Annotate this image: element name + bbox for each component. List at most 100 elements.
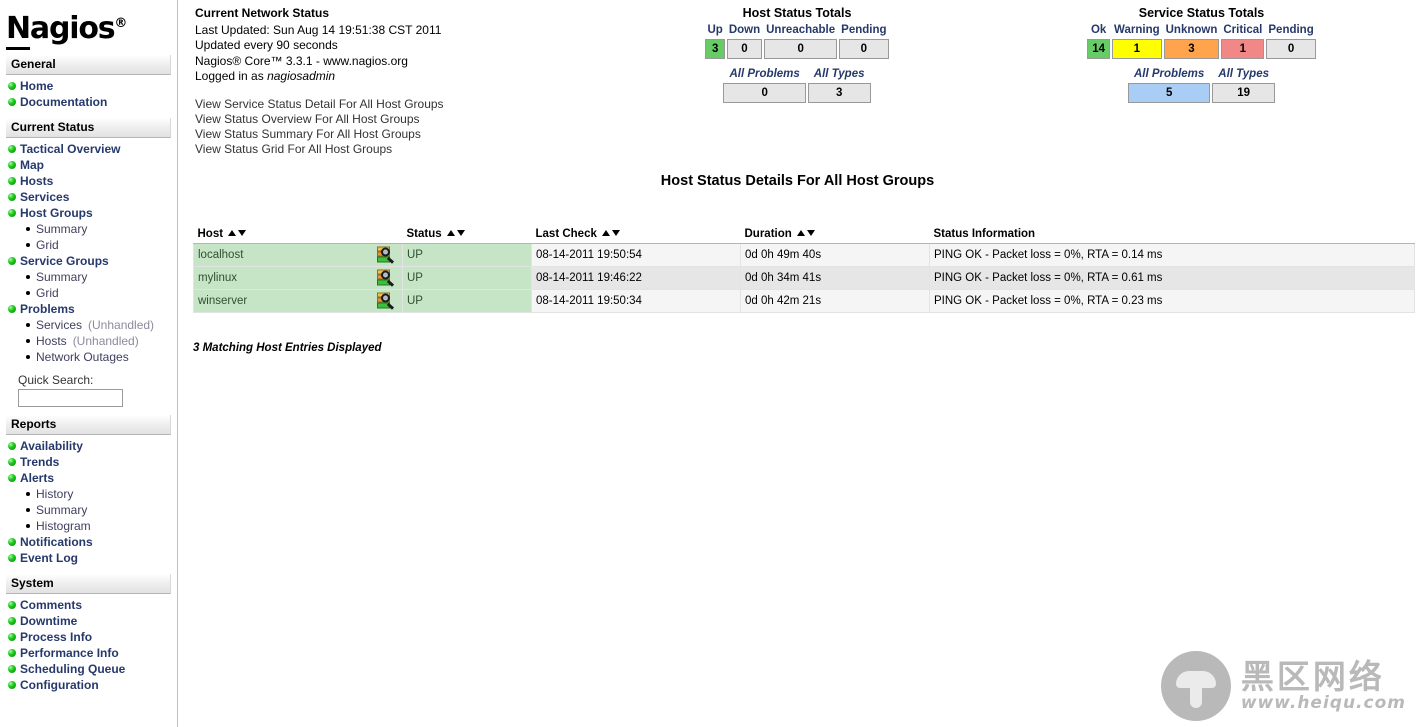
sidebar-item-event-log[interactable]: Event Log — [8, 550, 177, 566]
nagios-version-text: Nagios® Core™ 3.3.1 - www.nagios.org — [195, 53, 408, 68]
sort-descending-icon[interactable] — [806, 230, 815, 236]
column-header-status[interactable]: Status — [402, 228, 532, 244]
sidebar-item-trends[interactable]: Trends — [8, 454, 177, 470]
sidebar-subitem-problems-network-outages[interactable]: Network Outages — [26, 349, 177, 365]
sidebar-item-notifications[interactable]: Notifications — [8, 534, 177, 550]
column-header-duration[interactable]: Duration — [740, 228, 930, 244]
column-header-last-check[interactable]: Last Check — [531, 228, 741, 244]
sidebar-item-label: Process Info — [20, 630, 93, 644]
green-bullet-icon — [8, 538, 16, 546]
sort-ascending-icon[interactable] — [446, 230, 455, 236]
service-total-warning-count[interactable]: 1 — [1112, 39, 1162, 59]
link-view-status-grid[interactable]: View Status Grid For All Host Groups — [195, 142, 444, 157]
status-detail-magnifier-icon[interactable] — [377, 246, 395, 264]
sidebar-subitem-problems-services[interactable]: Services (Unhandled) — [26, 317, 177, 333]
status-detail-magnifier-icon[interactable] — [377, 292, 395, 310]
sidebar-item-tactical-overview[interactable]: Tactical Overview — [8, 141, 177, 157]
cell-status-information: PING OK - Packet loss = 0%, RTA = 0.14 m… — [929, 243, 1415, 267]
service-total-critical-count[interactable]: 1 — [1221, 39, 1265, 59]
sidebar-item-service-groups[interactable]: Service Groups Summary Grid — [8, 253, 177, 301]
host-name-link[interactable]: mylinux — [198, 272, 237, 284]
sidebar-item-map[interactable]: Map — [8, 157, 177, 173]
sidebar-item-label: Service Groups — [20, 254, 109, 268]
sort-arrows-icon[interactable] — [796, 229, 816, 239]
sidebar-subitem-alerts-history[interactable]: History — [26, 486, 177, 502]
sort-arrows-icon[interactable] — [446, 229, 466, 239]
service-total-unknown-count[interactable]: 3 — [1163, 39, 1220, 59]
sidebar-item-services[interactable]: Services — [8, 189, 177, 205]
sidebar-item-comments[interactable]: Comments — [8, 597, 177, 613]
sidebar-item-problems[interactable]: Problems Services (Unhandled) Hosts (Unhan… — [8, 301, 177, 365]
sidebar-subitem-host-groups-summary[interactable]: Summary — [26, 221, 177, 237]
service-summary-value-row: 5 19 — [1127, 83, 1275, 103]
service-summary-all-problems-count[interactable]: 5 — [1127, 83, 1211, 103]
sort-ascending-icon[interactable] — [601, 230, 610, 236]
sidebar-subitem-alerts-summary[interactable]: Summary — [26, 502, 177, 518]
sort-arrows-icon[interactable] — [601, 229, 621, 239]
sidebar-subitem-service-groups-summary[interactable]: Summary — [26, 269, 177, 285]
view-links-block: View Service Status Detail For All Host … — [195, 97, 444, 157]
host-status-table: Host Status Last Check Duration Status I… — [193, 228, 1415, 313]
host-total-pending-count[interactable]: 0 — [839, 39, 889, 59]
service-summary-header-row: All Problems All Types — [1128, 66, 1275, 81]
sidebar-subitem-label: Services — [36, 318, 83, 332]
link-view-status-summary[interactable]: View Status Summary For All Host Groups — [195, 127, 444, 142]
host-summary-all-problems-count[interactable]: 0 — [723, 83, 806, 103]
host-total-down-count[interactable]: 0 — [726, 39, 763, 59]
sort-ascending-icon[interactable] — [796, 230, 805, 236]
sidebar-item-scheduling-queue[interactable]: Scheduling Queue — [8, 661, 177, 677]
cell-host[interactable]: winserver — [193, 289, 403, 313]
host-name-link[interactable]: winserver — [198, 295, 247, 307]
sidebar-subitem-service-groups-grid[interactable]: Grid — [26, 285, 177, 301]
sidebar-subitem-problems-hosts[interactable]: Hosts (Unhandled) — [26, 333, 177, 349]
sidebar-item-host-groups[interactable]: Host Groups Summary Grid — [8, 205, 177, 253]
search-input[interactable] — [18, 389, 123, 407]
sidebar-section-general: General — [6, 55, 171, 75]
link-view-status-overview[interactable]: View Status Overview For All Host Groups — [195, 112, 444, 127]
sidebar-subitem-host-groups-grid[interactable]: Grid — [26, 237, 177, 253]
host-total-up-count[interactable]: 3 — [705, 39, 725, 59]
sidebar-item-downtime[interactable]: Downtime — [8, 613, 177, 629]
sidebar-item-documentation[interactable]: Documentation — [8, 94, 177, 110]
watermark-site-name: 黑区网络 — [1240, 657, 1385, 696]
sidebar-item-home[interactable]: Home — [8, 78, 177, 94]
cell-host[interactable]: localhost — [193, 243, 403, 267]
link-view-service-status-detail[interactable]: View Service Status Detail For All Host … — [195, 97, 444, 112]
sort-ascending-icon[interactable] — [228, 230, 237, 236]
sidebar-subitem-label: Network Outages — [36, 350, 129, 364]
logged-in-text: Logged in as nagiosadmin — [195, 69, 441, 85]
status-detail-magnifier-icon[interactable] — [377, 269, 395, 287]
host-total-header-unreachable: Unreachable — [766, 24, 836, 36]
cell-duration: 0d 0h 34m 41s — [740, 266, 930, 290]
sidebar-item-label: Event Log — [20, 551, 79, 565]
service-summary-all-types-count[interactable]: 19 — [1212, 83, 1275, 103]
sidebar-item-label: Map — [20, 158, 44, 172]
sidebar-item-label: Configuration — [20, 678, 99, 692]
sort-descending-icon[interactable] — [611, 230, 620, 236]
update-interval-text: Updated every 90 seconds — [195, 38, 338, 52]
sidebar-subitem-label: History — [36, 487, 74, 501]
host-name-link[interactable]: localhost — [198, 249, 243, 261]
column-header-host[interactable]: Host — [193, 228, 403, 244]
sidebar-item-configuration[interactable]: Configuration — [8, 677, 177, 693]
service-totals-header-row: Ok Warning Unknown Critical Pending — [1087, 24, 1316, 37]
current-network-status-block: Current Network Status Last Updated: Sun… — [195, 6, 441, 85]
sidebar-item-performance-info[interactable]: Performance Info — [8, 645, 177, 661]
host-total-unreachable-count[interactable]: 0 — [764, 39, 838, 59]
sort-arrows-icon[interactable] — [227, 229, 247, 239]
logo-first-letter: N — [6, 11, 31, 50]
host-totals-value-row: 3 0 0 0 — [705, 39, 889, 59]
sidebar-item-process-info[interactable]: Process Info — [8, 629, 177, 645]
host-summary-all-types-count[interactable]: 3 — [807, 83, 871, 103]
sidebar-item-availability[interactable]: Availability — [8, 438, 177, 454]
sort-descending-icon[interactable] — [456, 230, 465, 236]
service-total-ok-count[interactable]: 14 — [1087, 39, 1111, 59]
cell-host[interactable]: mylinux — [193, 266, 403, 290]
sidebar-subitem-label: Grid — [36, 238, 59, 252]
sort-descending-icon[interactable] — [238, 230, 247, 236]
sidebar-subitem-alerts-histogram[interactable]: Histogram — [26, 518, 177, 534]
nagios-logo[interactable]: Nagios® — [0, 0, 177, 50]
service-total-pending-count[interactable]: 0 — [1266, 39, 1316, 59]
sidebar-item-hosts[interactable]: Hosts — [8, 173, 177, 189]
sidebar-item-alerts[interactable]: Alerts History Summary Histogram — [8, 470, 177, 534]
